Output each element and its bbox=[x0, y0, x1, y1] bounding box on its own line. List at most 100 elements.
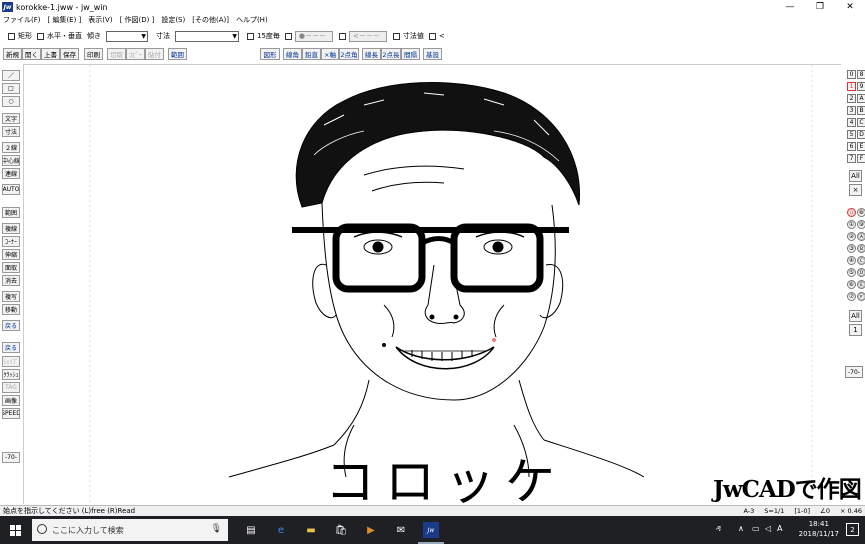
open-button[interactable]: 開く bbox=[22, 48, 41, 60]
shape-tool[interactable]: ｼｪｲﾌﾟ bbox=[2, 356, 20, 367]
store-icon[interactable]: 🛍 bbox=[333, 522, 349, 538]
rect-checkbox[interactable] bbox=[8, 32, 15, 40]
g1-checkbox[interactable] bbox=[284, 32, 292, 40]
line-tool[interactable]: ／ bbox=[2, 70, 20, 81]
print-button[interactable]: 印刷 bbox=[84, 48, 103, 60]
copy-tool[interactable]: 複写 bbox=[2, 291, 20, 302]
layer-group-7[interactable]: 7 bbox=[847, 154, 856, 163]
speed-tool[interactable]: SPEED bbox=[2, 408, 20, 419]
layer-group-8[interactable]: 8 bbox=[857, 70, 865, 79]
layer-8[interactable]: ⑧ bbox=[857, 208, 865, 217]
menu-other[interactable]: [その他(A)] bbox=[192, 15, 229, 25]
chamfer-tool[interactable]: 面取 bbox=[2, 262, 20, 273]
layer-6[interactable]: ⑥ bbox=[847, 280, 856, 289]
center-line-tool[interactable]: 中心線 bbox=[2, 155, 20, 166]
figure-button[interactable]: 図形 bbox=[260, 48, 280, 60]
tray-chevron-icon[interactable]: ∧ bbox=[738, 524, 744, 533]
angle-readout[interactable]: ∠0 bbox=[820, 507, 830, 515]
scale-readout[interactable]: S=1/1 bbox=[764, 507, 784, 515]
layer-4[interactable]: ④ bbox=[847, 256, 856, 265]
two-point-angle-button[interactable]: 2点角 bbox=[339, 48, 359, 60]
menu-settings[interactable]: 設定(S) bbox=[161, 15, 185, 25]
jwcad-taskbar-icon[interactable]: Jw bbox=[423, 522, 439, 538]
layer-0[interactable]: ⓪ bbox=[847, 208, 856, 217]
slope-select[interactable]: ▼ bbox=[106, 30, 148, 42]
network-icon[interactable]: ▭ bbox=[752, 524, 760, 533]
layer-readout[interactable]: [1-0] bbox=[794, 507, 810, 515]
layer-d[interactable]: Ⓓ bbox=[857, 268, 865, 277]
auto-tool[interactable]: AUTO bbox=[2, 184, 20, 195]
all-layer-groups-button[interactable]: All bbox=[849, 170, 862, 182]
range-button[interactable]: 範囲 bbox=[168, 48, 187, 60]
windows-start-icon[interactable] bbox=[10, 525, 21, 536]
save-button[interactable]: 保存 bbox=[60, 48, 79, 60]
dim-value-checkbox[interactable] bbox=[392, 32, 400, 40]
undo-tool[interactable]: 戻る bbox=[2, 320, 20, 331]
deg15-checkbox[interactable] bbox=[247, 32, 254, 40]
range-tool[interactable]: 範囲 bbox=[2, 207, 20, 218]
line-angle-button[interactable]: 線角 bbox=[283, 48, 302, 60]
volume-icon[interactable]: ◁ bbox=[765, 524, 771, 533]
drawing-canvas[interactable] bbox=[23, 64, 841, 505]
layer-c[interactable]: Ⓒ bbox=[857, 256, 865, 265]
paste-button[interactable]: 貼付 bbox=[145, 48, 164, 60]
media-player-icon[interactable]: ▶ bbox=[363, 522, 379, 538]
layer-group-c[interactable]: C bbox=[857, 118, 865, 127]
layer-b[interactable]: Ⓑ bbox=[857, 244, 865, 253]
layer-e[interactable]: Ⓔ bbox=[857, 280, 865, 289]
minimize-button[interactable]: — bbox=[775, 0, 805, 14]
text-tool[interactable]: 文字 bbox=[2, 113, 20, 124]
layer-group-close-button[interactable]: × bbox=[849, 184, 862, 196]
edge-browser-icon[interactable]: e bbox=[273, 522, 289, 538]
right-scale-indicator[interactable]: -70- bbox=[845, 366, 863, 378]
people-icon[interactable]: ዳ bbox=[716, 524, 721, 534]
erase-tool[interactable]: 消去 bbox=[2, 275, 20, 286]
lt-checkbox[interactable] bbox=[428, 32, 436, 40]
move-tool[interactable]: 移動 bbox=[2, 304, 20, 315]
microphone-icon[interactable]: 🎙 bbox=[211, 524, 222, 534]
menu-draw[interactable]: [ 作図(D) ] bbox=[120, 15, 155, 25]
copy-button[interactable]: ｺﾋﾟｰ bbox=[126, 48, 145, 60]
notification-icon[interactable]: 2 bbox=[846, 523, 859, 536]
layer-group-f[interactable]: F bbox=[857, 154, 865, 163]
paper-size[interactable]: A-3 bbox=[743, 507, 754, 515]
layer-1[interactable]: ① bbox=[847, 220, 856, 229]
layer-one-button[interactable]: 1 bbox=[849, 324, 862, 336]
taskbar-search[interactable]: ここに入力して検索 🎙 bbox=[32, 519, 228, 541]
layer-9[interactable]: ⑨ bbox=[857, 220, 865, 229]
rect-tool[interactable]: □ bbox=[2, 83, 20, 94]
new-button[interactable]: 新規 bbox=[3, 48, 22, 60]
menu-file[interactable]: ファイル(F) bbox=[3, 15, 41, 25]
layer-group-d[interactable]: D bbox=[857, 130, 865, 139]
overwrite-button[interactable]: 上書 bbox=[41, 48, 60, 60]
interval-button[interactable]: 間隔 bbox=[401, 48, 420, 60]
continuous-line-tool[interactable]: 連線 bbox=[2, 168, 20, 179]
layer-group-3[interactable]: 3 bbox=[847, 106, 856, 115]
layer-2[interactable]: ② bbox=[847, 232, 856, 241]
image-tool[interactable]: 画像 bbox=[2, 395, 20, 406]
menu-view[interactable]: 表示(V) bbox=[88, 15, 112, 25]
g2-checkbox[interactable] bbox=[338, 32, 346, 40]
layer-group-4[interactable]: 4 bbox=[847, 118, 856, 127]
clock[interactable]: 18:41 2018/11/17 bbox=[799, 519, 839, 539]
layer-group-9[interactable]: 9 bbox=[857, 82, 865, 91]
menu-edit[interactable]: [ 編集(E) ] bbox=[48, 15, 82, 25]
zoom-factor[interactable]: × 0.46 bbox=[840, 507, 862, 515]
layer-group-6[interactable]: 6 bbox=[847, 142, 856, 151]
tag-tool[interactable]: TAG bbox=[2, 382, 20, 393]
two-point-length-button[interactable]: 2点長 bbox=[381, 48, 401, 60]
menu-help[interactable]: ヘルプ(H) bbox=[236, 15, 268, 25]
undo-tool-2[interactable]: 戻る bbox=[2, 342, 20, 353]
all-layers-button[interactable]: All bbox=[849, 310, 862, 322]
crash-tool[interactable]: ｸﾗｯｼｭ bbox=[2, 369, 20, 380]
mail-icon[interactable]: ✉ bbox=[393, 522, 409, 538]
line-length-button[interactable]: 線長 bbox=[362, 48, 381, 60]
layer-group-a[interactable]: A bbox=[857, 94, 865, 103]
offset-tool[interactable]: 複線 bbox=[2, 223, 20, 234]
cut-button[interactable]: 切取 bbox=[107, 48, 126, 60]
file-explorer-icon[interactable]: ▬ bbox=[303, 522, 319, 538]
layer-a[interactable]: Ⓐ bbox=[857, 232, 865, 241]
ime-indicator[interactable]: A bbox=[777, 524, 782, 533]
close-button[interactable]: ✕ bbox=[835, 0, 865, 14]
layer-3[interactable]: ③ bbox=[847, 244, 856, 253]
